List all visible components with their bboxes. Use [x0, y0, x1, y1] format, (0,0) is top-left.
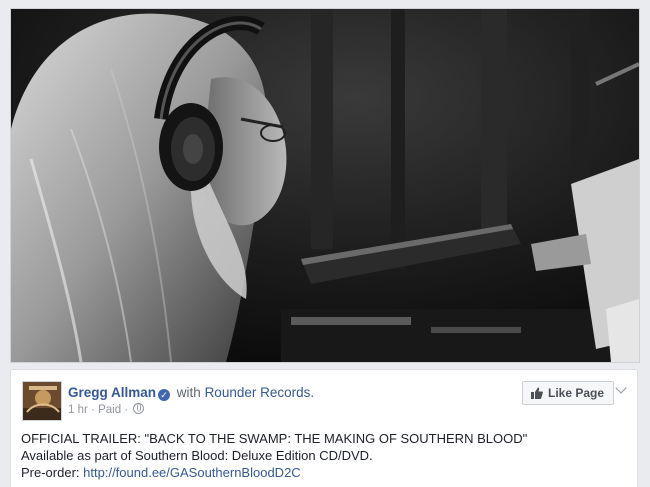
post-meta: 1 hr · Paid · — [68, 403, 145, 416]
post-line-availability: Available as part of Southern Blood: Del… — [21, 448, 373, 463]
post-line-preorder: Pre-order: http://found.ee/GASouthernBlo… — [21, 464, 527, 481]
post-photo[interactable] — [10, 8, 640, 363]
chevron-down-icon[interactable] — [615, 382, 627, 394]
paid-label: Paid — [98, 404, 122, 416]
preorder-label: Pre-order: — [21, 465, 80, 480]
post-line-title: OFFICIAL TRAILER: "BACK TO THE SWAMP: TH… — [21, 431, 528, 446]
tagged-page-link[interactable]: Rounder Records. — [205, 385, 315, 400]
post-card: Gregg Allman ✓ with Rounder Records. 1 hr… — [10, 369, 638, 487]
like-page-label: Like Page — [548, 386, 605, 400]
meta-separator: · — [124, 404, 129, 416]
musician-photo — [11, 9, 639, 362]
post-header: Gregg Allman ✓ with Rounder Records. — [68, 384, 314, 402]
post-time[interactable]: 1 hr — [68, 404, 88, 416]
thumbs-up-icon — [531, 387, 543, 399]
album-cover-icon — [23, 382, 61, 420]
feed-frame: Gregg Allman ✓ with Rounder Records. 1 hr… — [0, 0, 650, 487]
like-page-button[interactable]: Like Page — [522, 381, 615, 405]
verified-check-icon: ✓ — [158, 389, 171, 401]
preorder-link[interactable]: http://found.ee/GASouthernBloodD2C — [83, 465, 301, 480]
meta-separator: · — [91, 404, 95, 416]
author-name[interactable]: Gregg Allman — [68, 385, 156, 400]
post-message: OFFICIAL TRAILER: "BACK TO THE SWAMP: TH… — [21, 430, 527, 481]
with-label: with — [176, 385, 201, 400]
globe-icon — [133, 403, 145, 414]
page-avatar[interactable] — [22, 381, 62, 421]
